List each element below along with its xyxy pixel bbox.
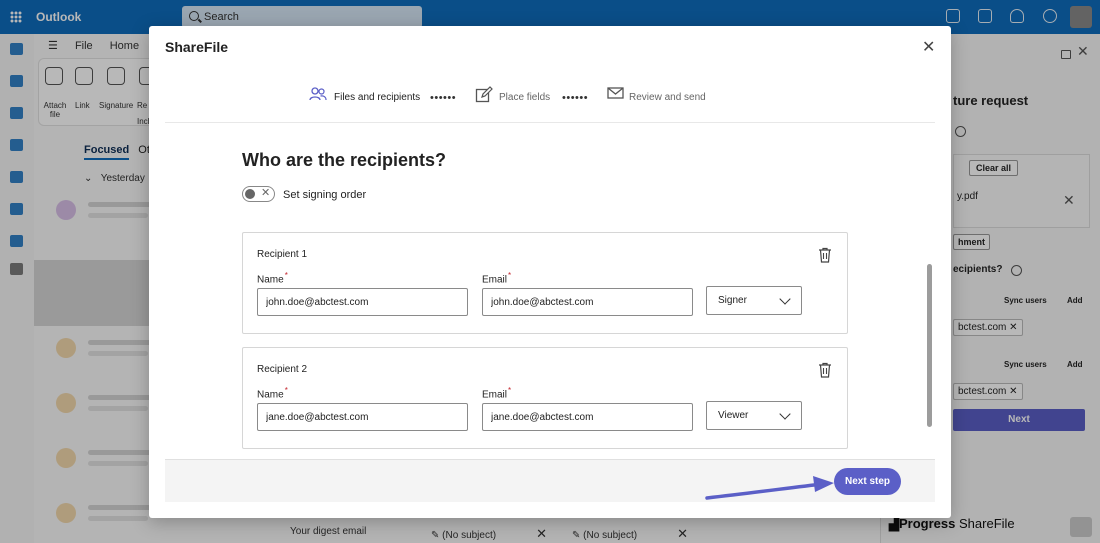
recipient-title: Recipient 2: [257, 364, 308, 375]
role-select[interactable]: Viewer: [706, 401, 802, 430]
step-connector: ••••••: [562, 92, 589, 104]
role-select[interactable]: Signer: [706, 286, 802, 315]
scrollbar[interactable]: [927, 264, 932, 427]
trash-icon[interactable]: [818, 362, 832, 378]
sharefile-dialog: ShareFile ✕ Files and recipients •••••• …: [149, 26, 951, 518]
recipient-card: Recipient 2 Name* Email* Viewer: [242, 347, 848, 449]
role-value: Viewer: [718, 410, 749, 421]
edit-box-icon: [475, 86, 493, 103]
email-label: Email*: [482, 386, 512, 401]
people-icon: [309, 87, 327, 101]
chevron-down-icon: [779, 408, 791, 420]
email-field[interactable]: [482, 403, 693, 431]
name-field[interactable]: [257, 403, 468, 431]
envelope-icon: [607, 87, 624, 99]
email-field[interactable]: [482, 288, 693, 316]
divider: [165, 122, 935, 123]
signing-order-toggle[interactable]: ✕: [242, 186, 275, 202]
email-label: Email*: [482, 271, 512, 286]
step-label: Review and send: [629, 92, 706, 103]
step-connector: ••••••: [430, 92, 457, 104]
recipient-card: Recipient 1 Name* Email* Signer: [242, 232, 848, 334]
close-icon[interactable]: ✕: [922, 37, 935, 57]
step-files-and-recipients[interactable]: Files and recipients: [309, 86, 420, 105]
trash-icon[interactable]: [818, 247, 832, 263]
name-field[interactable]: [257, 288, 468, 316]
name-label: Name*: [257, 386, 288, 401]
step-place-fields[interactable]: Place fields: [475, 86, 550, 107]
page-title: Who are the recipients?: [242, 150, 447, 170]
next-step-button[interactable]: Next step: [834, 468, 901, 495]
step-label: Place fields: [499, 92, 551, 103]
chevron-down-icon: [779, 293, 791, 305]
x-icon: ✕: [261, 187, 271, 199]
step-review-and-send[interactable]: Review and send: [607, 86, 706, 103]
signing-order-label: Set signing order: [283, 189, 367, 201]
name-label: Name*: [257, 271, 288, 286]
step-label: Files and recipients: [334, 92, 421, 103]
dialog-footer: Next step: [165, 459, 935, 502]
toggle-knob: [245, 189, 255, 199]
recipient-title: Recipient 1: [257, 249, 308, 260]
dialog-title: ShareFile: [165, 39, 229, 55]
role-value: Signer: [718, 295, 747, 306]
